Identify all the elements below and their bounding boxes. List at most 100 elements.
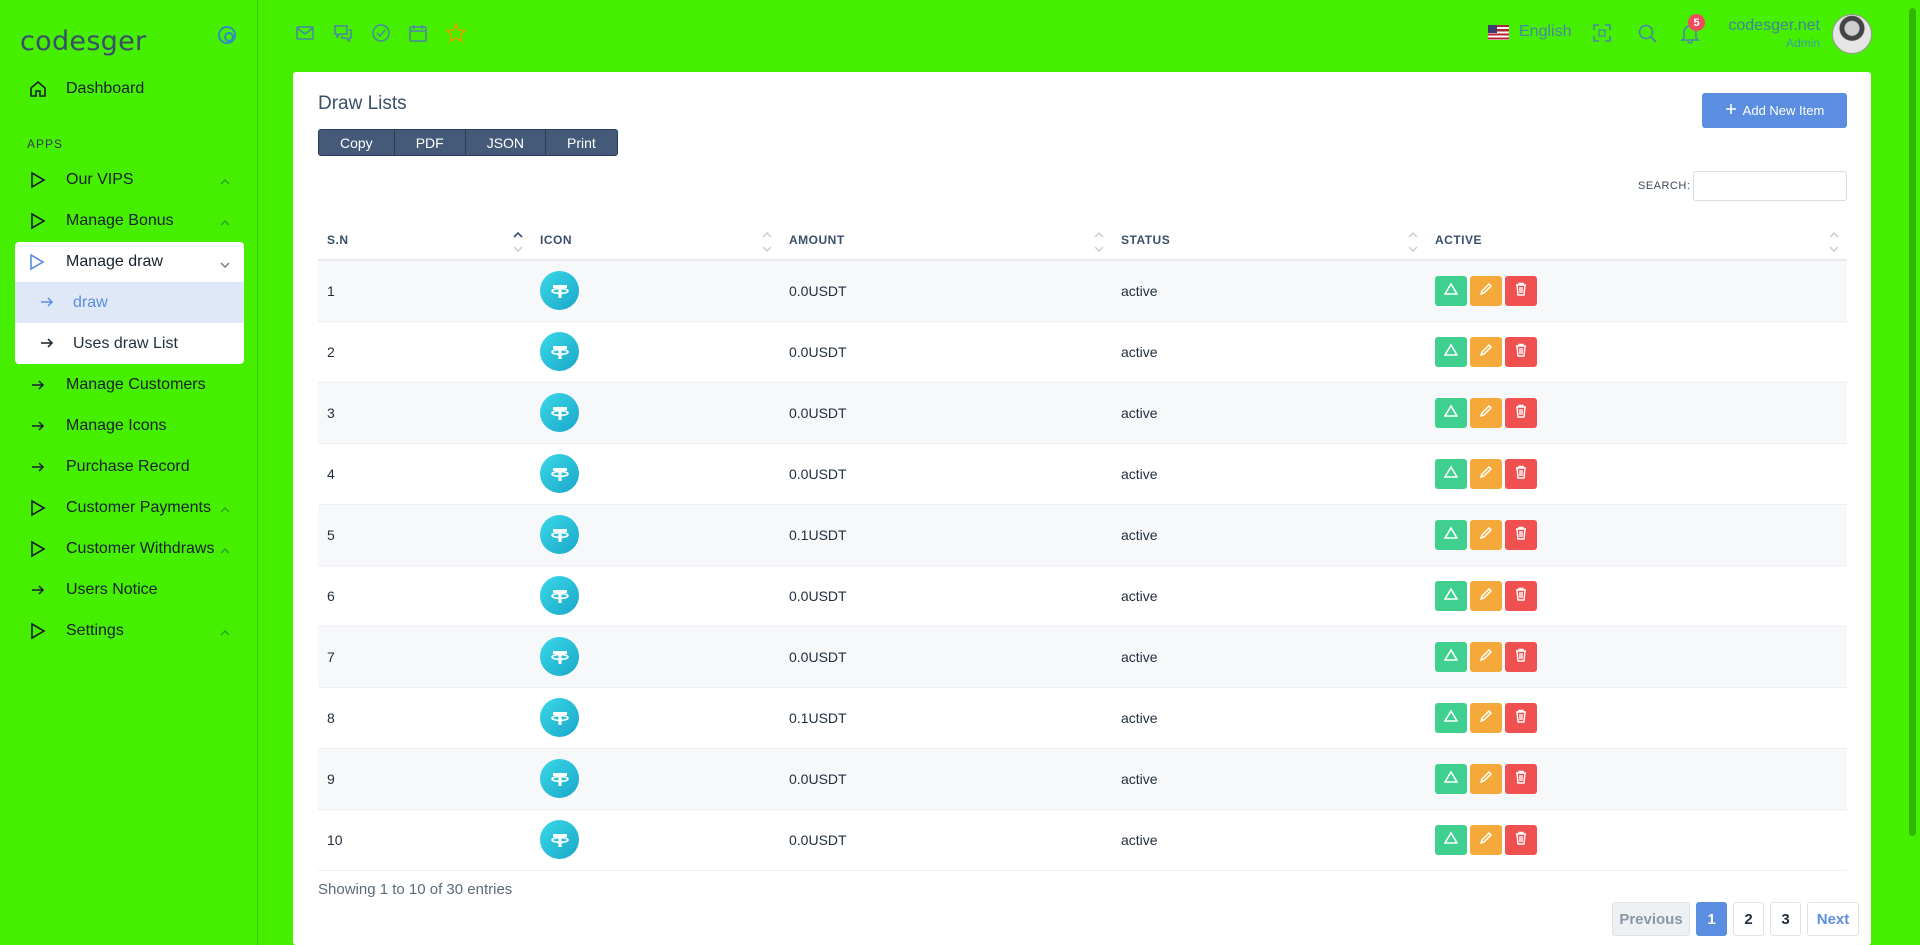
sidebar-item-manage-draw[interactable]: Manage draw — [15, 242, 244, 282]
avatar[interactable] — [1832, 14, 1872, 54]
column-header-active[interactable]: ACTIVE — [1426, 220, 1847, 261]
previous-page-button[interactable]: Previous — [1612, 902, 1690, 936]
chevron-up-icon — [220, 174, 230, 185]
cell-sn: 1 — [318, 260, 531, 322]
cell-actions — [1426, 504, 1847, 566]
edit-button[interactable] — [1470, 336, 1502, 367]
edit-button[interactable] — [1470, 458, 1502, 489]
scrollbar-thumb[interactable] — [1909, 8, 1916, 836]
mail-icon[interactable] — [294, 22, 316, 44]
column-header-status[interactable]: STATUS — [1112, 220, 1426, 261]
page-scrollbar[interactable] — [1905, 0, 1920, 945]
calendar-icon[interactable] — [407, 22, 429, 44]
edit-button[interactable] — [1470, 641, 1502, 672]
view-button[interactable] — [1435, 641, 1467, 672]
column-header-icon[interactable]: ICON — [531, 220, 780, 261]
delete-button[interactable] — [1505, 580, 1537, 611]
delete-button[interactable] — [1505, 397, 1537, 428]
cell-amount: 0.0USDT — [780, 443, 1112, 505]
cell-sn: 5 — [318, 504, 531, 566]
submenu-item-label: draw — [73, 293, 108, 311]
print-button[interactable]: Print — [546, 130, 617, 155]
delete-button[interactable] — [1505, 641, 1537, 672]
search-icon[interactable] — [1636, 22, 1658, 44]
add-new-item-button[interactable]: Add New Item — [1702, 93, 1847, 128]
submenu-item-label: Uses draw List — [73, 334, 178, 352]
edit-button[interactable] — [1470, 397, 1502, 428]
cell-amount: 0.1USDT — [780, 504, 1112, 566]
star-icon[interactable] — [445, 21, 467, 44]
sidebar-item-manage-icons[interactable]: Manage Icons — [15, 407, 244, 445]
view-button[interactable] — [1435, 336, 1467, 367]
edit-button[interactable] — [1470, 275, 1502, 306]
sidebar-item-users-notice[interactable]: Users Notice — [15, 571, 244, 609]
cell-sn: 9 — [318, 748, 531, 810]
view-button[interactable] — [1435, 519, 1467, 550]
copy-button[interactable]: Copy — [319, 130, 395, 155]
sidebar-item-purchase-record[interactable]: Purchase Record — [15, 448, 244, 486]
edit-button[interactable] — [1470, 519, 1502, 550]
submenu-item-draw[interactable]: draw — [15, 282, 244, 323]
search-input[interactable] — [1693, 171, 1847, 201]
next-page-button[interactable]: Next — [1807, 902, 1859, 936]
view-button[interactable] — [1435, 580, 1467, 611]
delete-button[interactable] — [1505, 458, 1537, 489]
sidebar-item-settings[interactable]: Settings — [15, 612, 244, 650]
sidebar-item-label: Manage draw — [66, 253, 163, 270]
page-1-button[interactable]: 1 — [1696, 902, 1727, 936]
view-button[interactable] — [1435, 824, 1467, 855]
sort-asc-icon — [513, 230, 523, 254]
sidebar-toggle-icon[interactable] — [218, 26, 236, 44]
user-name[interactable]: codesger.net — [1724, 17, 1820, 35]
sidebar: codesger Dashboard APPS Our VIPS Manage … — [0, 0, 258, 945]
sidebar-item-label: Customer Withdraws — [66, 540, 215, 557]
delete-button[interactable] — [1505, 763, 1537, 794]
view-button[interactable] — [1435, 702, 1467, 733]
sidebar-item-our-vips[interactable]: Our VIPS — [15, 161, 244, 199]
edit-button[interactable] — [1470, 580, 1502, 611]
play-icon — [29, 540, 47, 558]
json-button[interactable]: JSON — [465, 130, 547, 155]
triangle-icon — [1443, 526, 1459, 543]
page-2-button[interactable]: 2 — [1733, 902, 1764, 936]
view-button[interactable] — [1435, 458, 1467, 489]
delete-button[interactable] — [1505, 702, 1537, 733]
brand-logo[interactable]: codesger — [20, 26, 146, 57]
cell-icon — [531, 260, 780, 322]
delete-button[interactable] — [1505, 275, 1537, 306]
view-button[interactable] — [1435, 397, 1467, 428]
sidebar-item-dashboard[interactable]: Dashboard — [15, 70, 244, 108]
cell-status: active — [1112, 382, 1426, 444]
trash-icon — [1514, 587, 1528, 604]
triangle-icon — [1443, 404, 1459, 421]
column-header-sn[interactable]: S.N — [318, 220, 531, 261]
cell-amount: 0.0USDT — [780, 565, 1112, 627]
sidebar-item-manage-bonus[interactable]: Manage Bonus — [15, 202, 244, 240]
page-3-button[interactable]: 3 — [1770, 902, 1801, 936]
edit-button[interactable] — [1470, 824, 1502, 855]
delete-button[interactable] — [1505, 336, 1537, 367]
cell-status: active — [1112, 809, 1426, 871]
language-selector[interactable]: English — [1488, 23, 1571, 41]
pdf-button[interactable]: PDF — [394, 130, 466, 155]
submenu-item-uses-draw-list[interactable]: Uses draw List — [15, 323, 244, 364]
cell-icon — [531, 748, 780, 810]
sidebar-item-manage-customers[interactable]: Manage Customers — [15, 366, 244, 404]
sidebar-item-label: Settings — [66, 622, 124, 639]
delete-button[interactable] — [1505, 824, 1537, 855]
chat-icon[interactable] — [332, 22, 354, 44]
edit-button[interactable] — [1470, 702, 1502, 733]
pencil-icon — [1479, 770, 1493, 787]
sidebar-item-customer-withdraws[interactable]: Customer Withdraws — [15, 530, 244, 568]
usdt-icon — [540, 637, 579, 676]
column-header-amount[interactable]: AMOUNT — [780, 220, 1112, 261]
fullscreen-icon[interactable] — [1591, 22, 1613, 44]
cell-status: active — [1112, 321, 1426, 383]
view-button[interactable] — [1435, 763, 1467, 794]
check-circle-icon[interactable] — [370, 22, 392, 44]
delete-button[interactable] — [1505, 519, 1537, 550]
sidebar-item-customer-payments[interactable]: Customer Payments — [15, 489, 244, 527]
pencil-icon — [1479, 587, 1493, 604]
edit-button[interactable] — [1470, 763, 1502, 794]
view-button[interactable] — [1435, 275, 1467, 306]
